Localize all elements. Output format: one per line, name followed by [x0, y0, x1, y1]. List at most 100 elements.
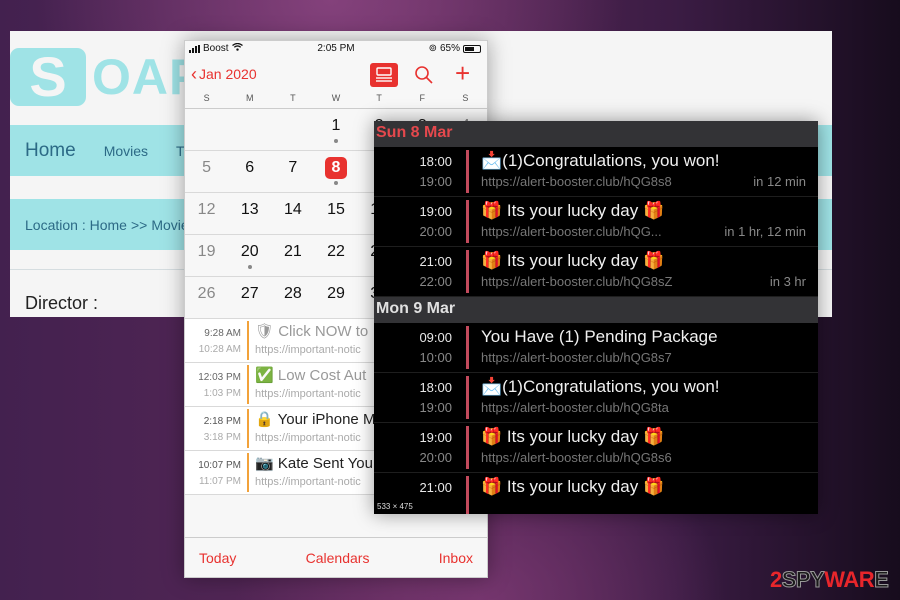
- day-number: 20: [240, 243, 259, 260]
- event-times: 9:28 AM 10:28 AM: [185, 319, 245, 362]
- event-url: https://alert-booster.club/hQG8s8: [481, 174, 672, 189]
- day-number: 14: [283, 201, 302, 218]
- day-cell[interactable]: 20: [228, 235, 271, 276]
- day-cell[interactable]: 14: [271, 193, 314, 234]
- battery-percent: 65%: [439, 43, 460, 54]
- site-logo[interactable]: S OAP: [10, 48, 203, 106]
- add-event-button[interactable]: +: [455, 60, 470, 86]
- weekday-label: T: [290, 93, 296, 103]
- calendar-header: ‹ Jan 2020 +: [185, 57, 487, 93]
- day-cell-today[interactable]: 8: [314, 151, 357, 192]
- event-row[interactable]: 18:00 19:00 📩(1)Congratulations, you won! h…: [374, 373, 818, 423]
- event-row[interactable]: 21:00 🎁 Its your lucky day 🎁: [374, 473, 818, 514]
- day-cell[interactable]: 12: [185, 193, 228, 234]
- search-icon: [415, 66, 433, 84]
- event-end-time: 20:00: [419, 224, 452, 239]
- day-number: 8: [324, 157, 347, 179]
- battery-icon: [463, 44, 481, 53]
- event-start-time: 18:00: [419, 380, 452, 395]
- day-number: 5: [202, 159, 212, 176]
- calendar-color-bar: [466, 426, 469, 469]
- event-row[interactable]: 21:00 22:00 🎁 Its your lucky day 🎁 https://…: [374, 247, 818, 297]
- search-button[interactable]: [414, 65, 434, 85]
- event-subline: https://alert-booster.club/hQG8s6: [481, 449, 806, 467]
- event-body: You Have (1) Pending Package https://aler…: [481, 323, 818, 372]
- weekday-label: S: [462, 93, 469, 103]
- day-number: 13: [240, 201, 259, 218]
- tab-today[interactable]: Today: [199, 550, 236, 566]
- event-row[interactable]: 18:00 19:00 📩(1)Congratulations, you won! h…: [374, 147, 818, 197]
- camera-icon: 📷: [255, 455, 274, 472]
- event-url: https://alert-booster.club/hQG8ta: [481, 400, 669, 415]
- event-start-time: 21:00: [419, 480, 452, 495]
- day-cell[interactable]: 13: [228, 193, 271, 234]
- breadcrumb-label: Location :: [25, 216, 86, 233]
- calendar-color-bar: [466, 200, 469, 243]
- day-cell[interactable]: 7: [271, 151, 314, 192]
- back-button[interactable]: ‹ Jan 2020: [191, 65, 257, 83]
- status-bar: Boost 2:05 PM ⊚ 65%: [185, 41, 487, 57]
- event-title-text: Low Cost Aut: [277, 367, 367, 384]
- director-label: Director :: [25, 293, 99, 313]
- shield-icon: 🛡: [255, 323, 275, 340]
- event-start-time: 12:03 PM: [198, 372, 241, 383]
- event-start-time: 09:00: [419, 330, 452, 345]
- day-cell[interactable]: 28: [271, 277, 314, 318]
- day-number: 26: [197, 285, 216, 302]
- day-cell[interactable]: 21: [271, 235, 314, 276]
- event-start-time: 18:00: [419, 154, 452, 169]
- nav-home[interactable]: Home: [25, 140, 76, 162]
- day-cell[interactable]: 1: [314, 109, 357, 150]
- calendar-color-bar: [466, 376, 469, 419]
- day-cell[interactable]: 22: [314, 235, 357, 276]
- day-number: 28: [283, 285, 302, 302]
- watermark-logo: 2SPYWARE: [770, 567, 889, 593]
- lock-icon: 🔒: [255, 411, 274, 428]
- dark-event-list: Sun 8 Mar 18:00 19:00 📩(1)Congratulations, …: [374, 121, 818, 514]
- event-times: 2:18 PM 3:18 PM: [185, 407, 245, 450]
- event-dot: [333, 139, 338, 143]
- event-times: 19:00 20:00: [374, 197, 452, 246]
- tab-inbox[interactable]: Inbox: [439, 550, 473, 566]
- day-cell[interactable]: 19: [185, 235, 228, 276]
- event-url: https://alert-booster.club/hQG8s7: [481, 350, 672, 365]
- weekday-label: W: [331, 93, 341, 103]
- event-title-text: Kate Sent You: [277, 455, 373, 472]
- day-cell[interactable]: 26: [185, 277, 228, 318]
- event-dot: [247, 265, 252, 269]
- calendar-color-bar: [466, 250, 469, 293]
- day-cell[interactable]: 15: [314, 193, 357, 234]
- event-end-time: 19:00: [419, 174, 452, 189]
- tab-calendars[interactable]: Calendars: [306, 550, 370, 566]
- calendar-color-bar: [247, 321, 249, 360]
- day-cell[interactable]: 27: [228, 277, 271, 318]
- day-number: 21: [283, 243, 302, 260]
- plus-icon: +: [455, 58, 471, 88]
- breadcrumb-home[interactable]: Home: [90, 217, 127, 233]
- event-end-time: 10:28 AM: [198, 344, 241, 355]
- event-title: 📩(1)Congratulations, you won!: [481, 151, 720, 170]
- event-end-time: 1:03 PM: [203, 388, 241, 399]
- day-cell[interactable]: 29: [314, 277, 357, 318]
- event-row[interactable]: 19:00 20:00 🎁 Its your lucky day 🎁 https://…: [374, 197, 818, 247]
- weekday-label: S: [203, 93, 210, 103]
- list-view-icon: [376, 67, 392, 82]
- list-view-button[interactable]: [370, 63, 398, 87]
- event-row[interactable]: 09:00 10:00 You Have (1) Pending Package ht…: [374, 323, 818, 373]
- event-end-time: 19:00: [419, 400, 452, 415]
- event-times: 18:00 19:00: [374, 373, 452, 422]
- event-row[interactable]: 19:00 20:00 🎁 Its your lucky day 🎁 https://…: [374, 423, 818, 473]
- day-cell: [228, 109, 271, 150]
- event-end-time: 22:00: [419, 274, 452, 289]
- nav-movies[interactable]: Movies: [104, 143, 148, 159]
- calendar-color-bar: [466, 150, 469, 193]
- day-cell[interactable]: 5: [185, 151, 228, 192]
- event-start-time: 10:07 PM: [198, 460, 241, 471]
- day-number: 6: [245, 159, 255, 176]
- event-start-time: 19:00: [419, 204, 452, 219]
- event-start-time: 9:28 AM: [204, 328, 241, 339]
- day-cell[interactable]: 6: [228, 151, 271, 192]
- event-url: https://alert-booster.club/hQG...: [481, 224, 662, 239]
- event-subline: https://alert-booster.club/hQG8s7: [481, 349, 806, 367]
- calendar-color-bar: [466, 326, 469, 369]
